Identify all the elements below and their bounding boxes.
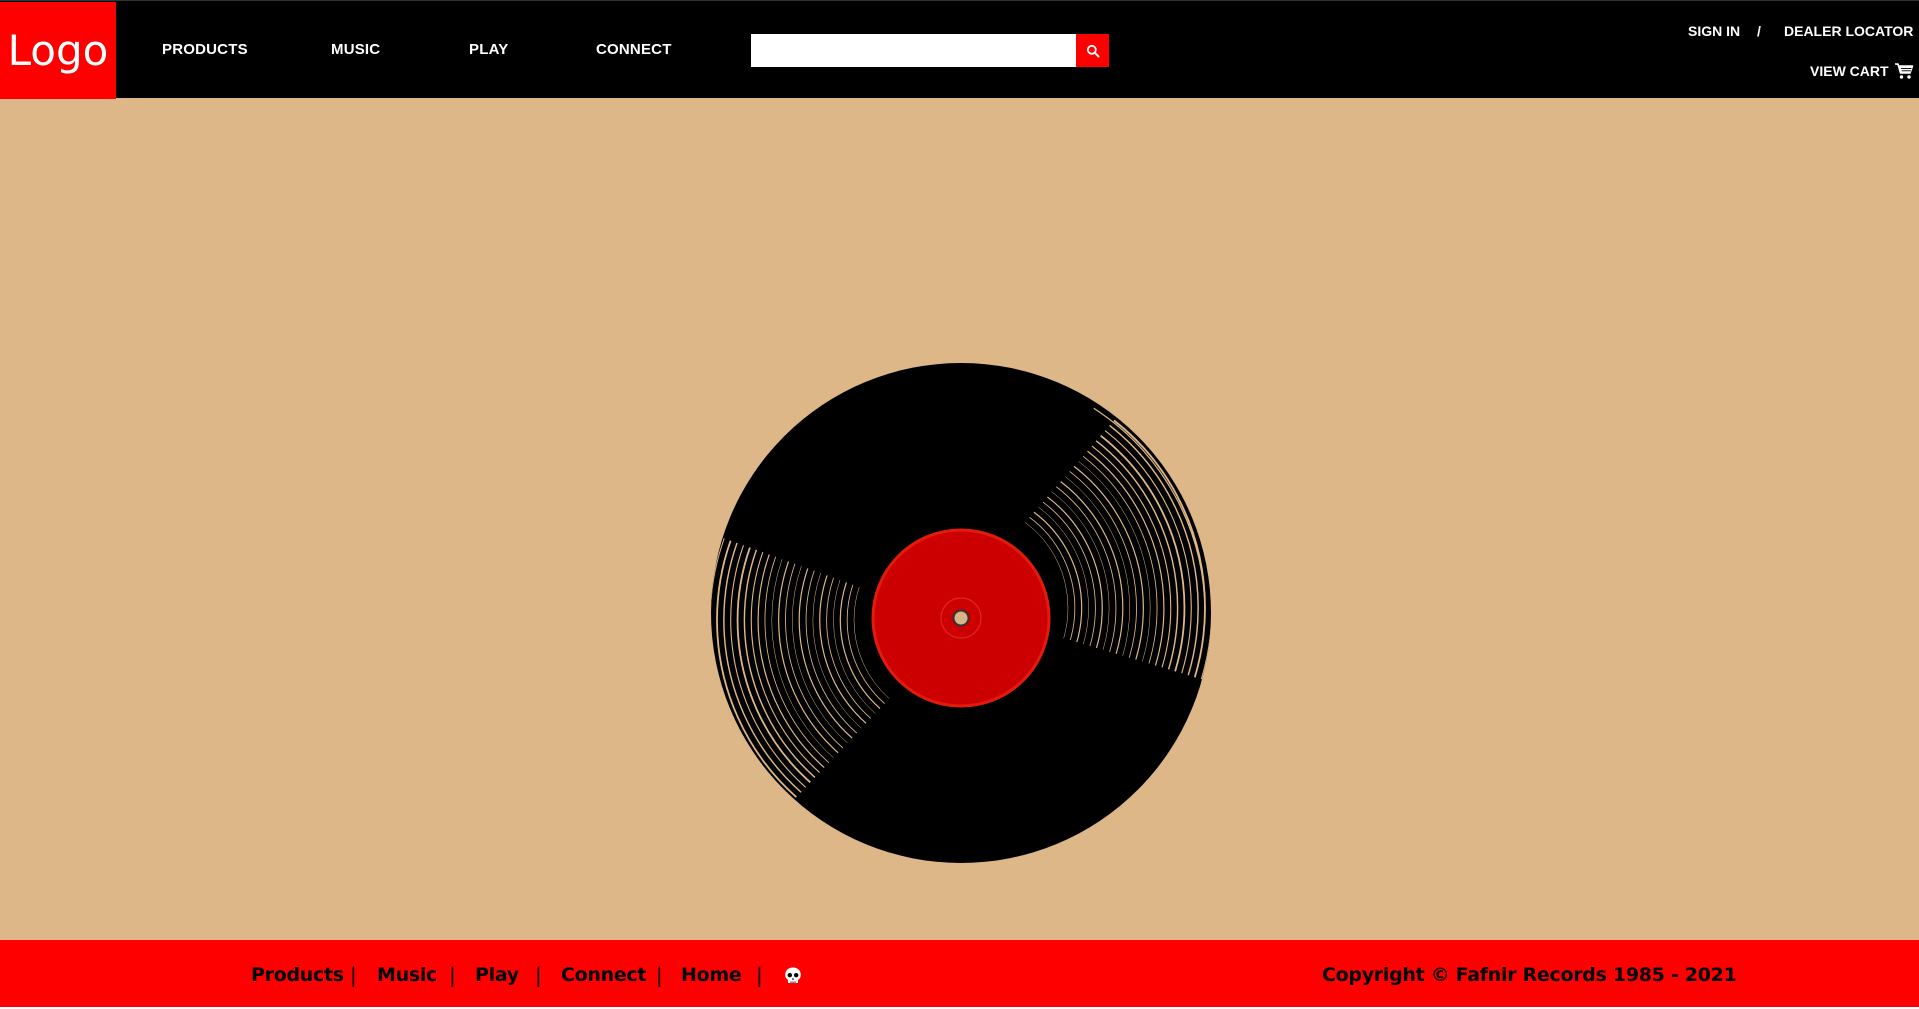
footer-separator: | — [756, 963, 763, 987]
sign-in-link[interactable]: SIGN IN — [1688, 23, 1740, 39]
site-footer: Products | Music | Play | Connect | Home… — [0, 940, 1919, 1009]
view-cart-label: VIEW CART — [1810, 63, 1889, 79]
nav-music[interactable]: MUSIC — [331, 41, 380, 58]
main-content — [0, 98, 1919, 940]
nav-connect[interactable]: CONNECT — [596, 41, 672, 58]
search-icon — [1086, 44, 1099, 57]
spindle-hole — [952, 609, 970, 627]
footer-link-play[interactable]: Play — [475, 964, 519, 986]
view-cart-link[interactable]: VIEW CART — [1810, 62, 1914, 80]
vinyl-record-illustration — [711, 363, 1211, 863]
nav-products[interactable]: PRODUCTS — [162, 41, 248, 58]
footer-separator: | — [535, 963, 542, 987]
footer-link-connect[interactable]: Connect — [561, 964, 646, 986]
footer-separator: | — [449, 963, 456, 987]
skull-link[interactable] — [783, 966, 803, 991]
site-header: Logo PRODUCTS MUSIC PLAY CONNECT SIGN IN… — [0, 0, 1919, 99]
dealer-locator-link[interactable]: DEALER LOCATOR — [1784, 23, 1913, 39]
footer-link-home[interactable]: Home — [681, 964, 742, 986]
search-button[interactable] — [1076, 34, 1109, 67]
skull-icon — [785, 967, 801, 983]
cart-icon — [1894, 63, 1913, 79]
top-link-separator: / — [1757, 23, 1761, 39]
footer-link-products[interactable]: Products — [251, 964, 344, 986]
footer-separator: | — [656, 963, 663, 987]
copyright-text: Copyright © Fafnir Records 1985 - 2021 — [1322, 964, 1737, 986]
search-input[interactable] — [751, 34, 1076, 67]
footer-link-music[interactable]: Music — [377, 964, 437, 986]
search-bar — [751, 34, 1109, 67]
nav-play[interactable]: PLAY — [469, 41, 508, 58]
site-logo[interactable]: Logo — [0, 2, 116, 99]
footer-separator: | — [350, 963, 357, 987]
